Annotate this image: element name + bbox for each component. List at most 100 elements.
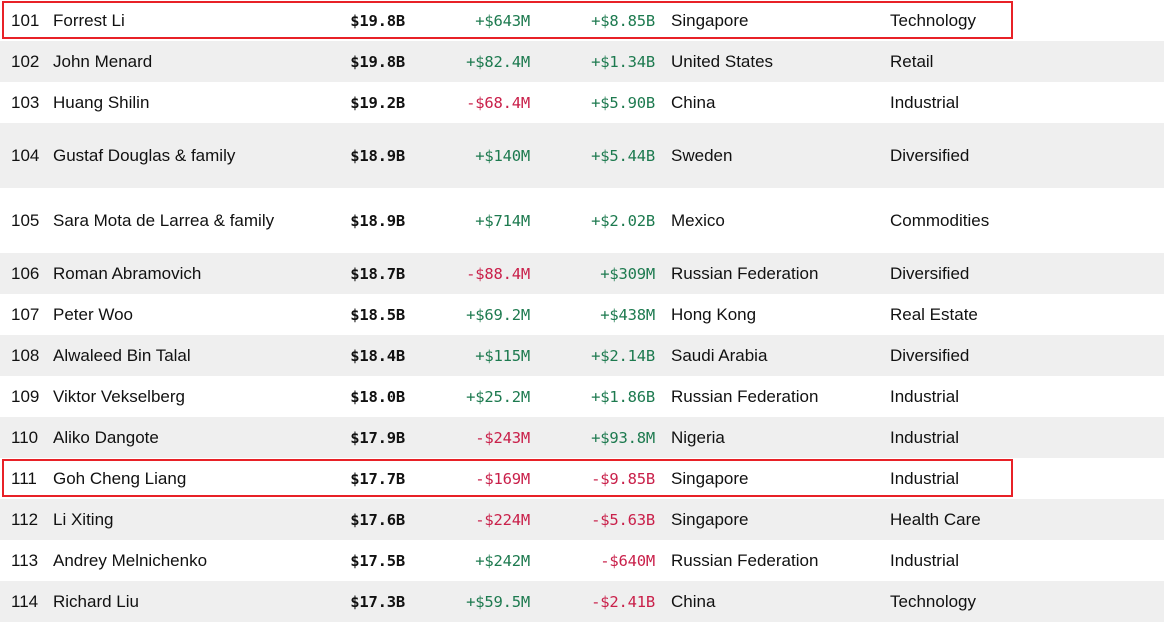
ytd-change-cell: +$1.34B: [591, 52, 655, 71]
industry-cell: Health Care: [890, 509, 981, 529]
total-net-worth-cell: $18.5B: [350, 305, 405, 324]
name-cell[interactable]: Forrest Li: [53, 9, 298, 33]
rank-cell: 107: [11, 304, 40, 324]
industry-cell: Diversified: [890, 345, 970, 365]
country-cell: China: [671, 591, 716, 611]
table-row[interactable]: 107 Peter Woo $18.5B +$69.2M +$438M Hong Kong…: [0, 294, 1164, 335]
industry-cell: Technology: [890, 10, 977, 30]
name-cell[interactable]: Huang Shilin: [53, 91, 298, 115]
table-row[interactable]: 111 Goh Cheng Liang $17.7B -$169M -$9.85B Sin…: [0, 458, 1164, 499]
name-cell[interactable]: Aliko Dangote: [53, 426, 298, 450]
table-row[interactable]: 103 Huang Shilin $19.2B -$68.4M +$5.90B China…: [0, 82, 1164, 123]
country-cell: Singapore: [671, 10, 749, 30]
ytd-change-cell: +$5.90B: [591, 93, 655, 112]
country-cell: Russian Federation: [671, 263, 819, 283]
rank-cell: 113: [11, 550, 39, 570]
rank-cell: 106: [11, 263, 40, 283]
ytd-change-cell: +$93.8M: [591, 428, 655, 447]
ytd-change-cell: -$2.41B: [591, 592, 655, 611]
table-row[interactable]: 112 Li Xiting $17.6B -$224M -$5.63B Singapore…: [0, 499, 1164, 540]
rank-cell: 103: [11, 92, 40, 112]
country-cell: Russian Federation: [671, 550, 819, 570]
country-cell: China: [671, 92, 716, 112]
ytd-change-cell: +$1.86B: [591, 387, 655, 406]
table-row[interactable]: 105 Sara Mota de Larrea & family $18.9B +$7…: [0, 188, 1164, 253]
last-change-cell: +$643M: [475, 11, 530, 30]
rank-cell: 102: [11, 51, 40, 71]
total-net-worth-cell: $17.9B: [350, 428, 405, 447]
name-cell[interactable]: Li Xiting: [53, 508, 298, 532]
industry-cell: Retail: [890, 51, 934, 71]
ytd-change-cell: +$309M: [600, 264, 655, 283]
name-cell[interactable]: Roman Abramovich: [53, 262, 298, 286]
name-cell[interactable]: Gustaf Douglas & family: [53, 144, 298, 168]
country-cell: United States: [671, 51, 774, 71]
last-change-cell: -$243M: [475, 428, 530, 447]
last-change-cell: -$68.4M: [466, 93, 530, 112]
industry-cell: Commodities: [890, 210, 990, 230]
total-net-worth-cell: $18.4B: [350, 346, 405, 365]
table-row[interactable]: 108 Alwaleed Bin Talal $18.4B +$115M +$2.14B…: [0, 335, 1164, 376]
country-cell: Mexico: [671, 210, 725, 230]
last-change-cell: +$25.2M: [466, 387, 530, 406]
ytd-change-cell: +$2.14B: [591, 346, 655, 365]
table-row[interactable]: 110 Aliko Dangote $17.9B -$243M +$93.8M Niger…: [0, 417, 1164, 458]
last-change-cell: +$714M: [475, 211, 530, 230]
name-cell[interactable]: Andrey Melnichenko: [53, 549, 298, 573]
rank-cell: 114: [11, 591, 39, 611]
billionaires-ranking-table: 101 Forrest Li $19.8B +$643M +$8.85B Singapor…: [0, 0, 1164, 622]
country-cell: Hong Kong: [671, 304, 757, 324]
name-cell[interactable]: Goh Cheng Liang: [53, 467, 298, 491]
country-cell: Russian Federation: [671, 386, 819, 406]
last-change-cell: +$242M: [475, 551, 530, 570]
total-net-worth-cell: $17.3B: [350, 592, 405, 611]
country-cell: Singapore: [671, 509, 749, 529]
total-net-worth-cell: $18.9B: [350, 211, 405, 230]
ytd-change-cell: -$5.63B: [591, 510, 655, 529]
rank-cell: 109: [11, 386, 40, 406]
total-net-worth-cell: $18.9B: [350, 146, 405, 165]
last-change-cell: +$59.5M: [466, 592, 530, 611]
table-row[interactable]: 113 Andrey Melnichenko $17.5B +$242M -$640M R…: [0, 540, 1164, 581]
total-net-worth-cell: $17.5B: [350, 551, 405, 570]
industry-cell: Real Estate: [890, 304, 978, 324]
table-row[interactable]: 104 Gustaf Douglas & family $18.9B +$140M +$…: [0, 123, 1164, 188]
last-change-cell: +$115M: [475, 346, 530, 365]
industry-cell: Industrial: [890, 550, 959, 570]
total-net-worth-cell: $19.2B: [350, 93, 405, 112]
name-cell[interactable]: John Menard: [53, 50, 298, 74]
name-cell[interactable]: Peter Woo: [53, 303, 298, 327]
industry-cell: Diversified: [890, 145, 970, 165]
total-net-worth-cell: $18.7B: [350, 264, 405, 283]
country-cell: Sweden: [671, 145, 733, 165]
last-change-cell: -$224M: [475, 510, 530, 529]
name-cell[interactable]: Sara Mota de Larrea & family: [53, 209, 298, 233]
ytd-change-cell: +$5.44B: [591, 146, 655, 165]
ytd-change-cell: +$8.85B: [591, 11, 655, 30]
table-row[interactable]: 109 Viktor Vekselberg $18.0B +$25.2M +$1.86B…: [0, 376, 1164, 417]
table-row[interactable]: 114 Richard Liu $17.3B +$59.5M -$2.41B China T…: [0, 581, 1164, 622]
rank-cell: 110: [11, 427, 39, 447]
rank-cell: 104: [11, 145, 40, 165]
rank-cell: 108: [11, 345, 40, 365]
table-row[interactable]: 101 Forrest Li $19.8B +$643M +$8.85B Singapor…: [0, 0, 1164, 41]
name-cell[interactable]: Richard Liu: [53, 590, 298, 614]
last-change-cell: +$140M: [475, 146, 530, 165]
name-cell[interactable]: Viktor Vekselberg: [53, 385, 298, 409]
table-row[interactable]: 106 Roman Abramovich $18.7B -$88.4M +$309M Ru…: [0, 253, 1164, 294]
industry-cell: Technology: [890, 591, 977, 611]
last-change-cell: +$82.4M: [466, 52, 530, 71]
rank-cell: 111: [11, 468, 37, 488]
industry-cell: Industrial: [890, 468, 959, 488]
rank-cell: 105: [11, 210, 40, 230]
ytd-change-cell: -$640M: [600, 551, 655, 570]
name-cell[interactable]: Alwaleed Bin Talal: [53, 344, 298, 368]
country-cell: Nigeria: [671, 427, 725, 447]
rank-cell: 112: [11, 509, 39, 529]
total-net-worth-cell: $17.6B: [350, 510, 405, 529]
country-cell: Singapore: [671, 468, 749, 488]
ytd-change-cell: +$2.02B: [591, 211, 655, 230]
table-row[interactable]: 102 John Menard $19.8B +$82.4M +$1.34B United…: [0, 41, 1164, 82]
total-net-worth-cell: $19.8B: [350, 11, 405, 30]
total-net-worth-cell: $18.0B: [350, 387, 405, 406]
